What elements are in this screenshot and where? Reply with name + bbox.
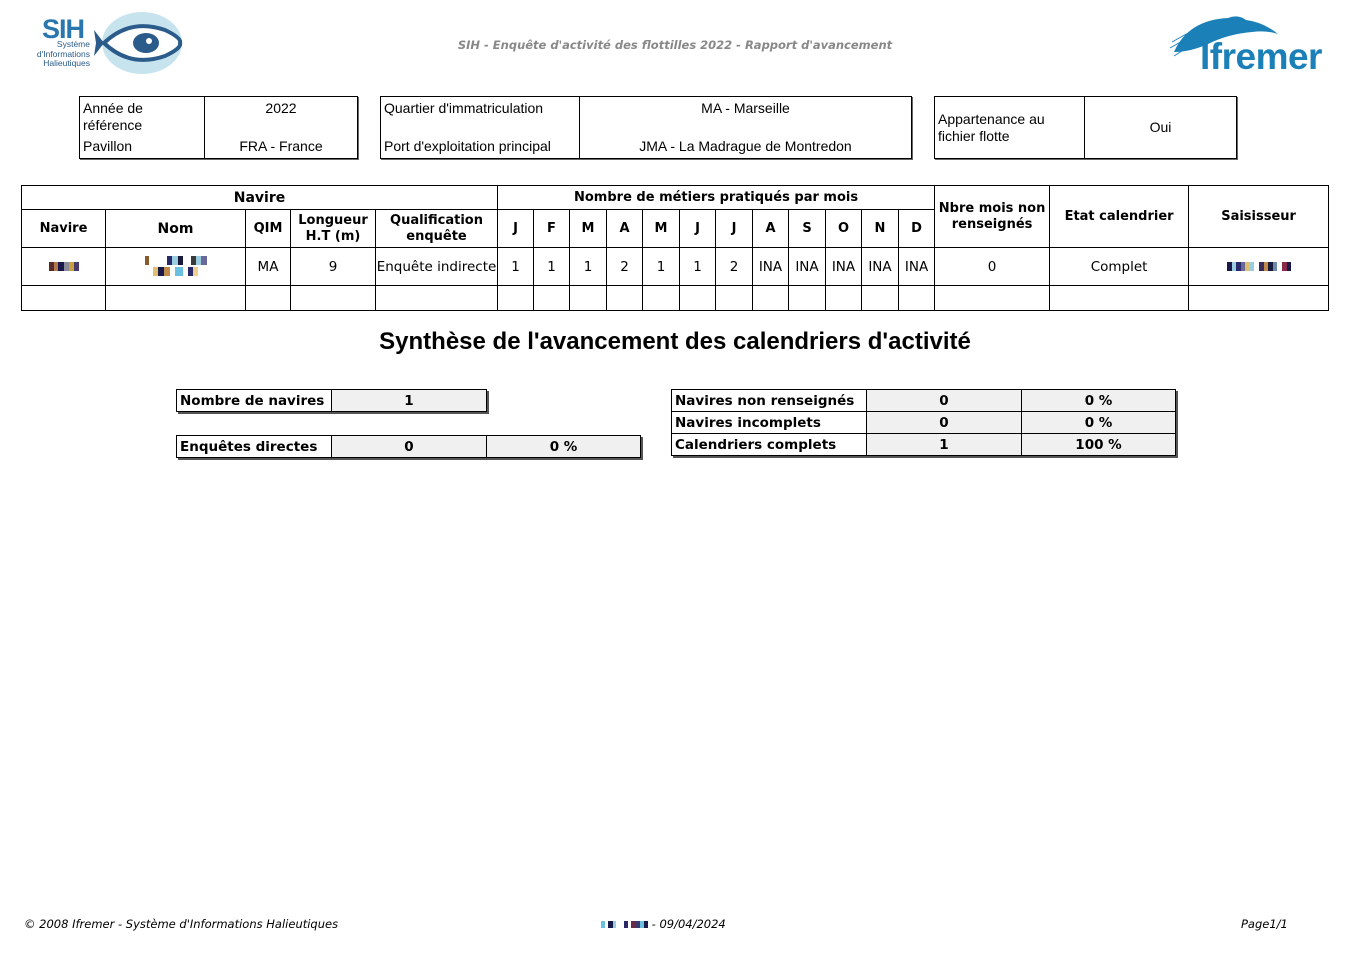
navire-cell-redacted <box>21 247 106 286</box>
qim-cell: MA <box>245 247 291 286</box>
month-header: S <box>788 209 826 248</box>
ifremer-logo: Ifremer <box>1168 12 1333 77</box>
enquetes-directes-value: 0 <box>331 435 487 458</box>
ifremer-logo-text: Ifremer <box>1200 36 1322 77</box>
annee-label: Année de référence <box>83 100 143 133</box>
month-value-cell: INA <box>861 247 899 286</box>
month-header: M <box>642 209 680 248</box>
group-navire-header: Navire <box>21 185 498 210</box>
nombre-navires-value: 1 <box>331 389 487 412</box>
month-header: M <box>569 209 607 248</box>
month-header: N <box>861 209 899 248</box>
port-value: JMA - La Madrague de Montredon <box>579 135 911 158</box>
non-renseignes-value: 0 <box>866 389 1022 412</box>
nom-header: Nom <box>105 209 246 248</box>
report-title: SIH - Enquête d'activité des flottilles … <box>457 38 893 52</box>
nbre-mois-cell: 0 <box>934 247 1051 286</box>
footer-user-redacted <box>601 917 648 931</box>
complets-label: Calendriers complets <box>671 433 867 456</box>
incomplets-value: 0 <box>866 411 1022 434</box>
stat-enquetes-directes: Enquêtes directes 0 0 % <box>176 435 641 458</box>
annee-value: 2022 <box>204 97 357 135</box>
nbre-mois-header: Nbre mois non renseignés <box>934 185 1051 248</box>
month-header: A <box>606 209 643 248</box>
info-box-reference: Année de référence 2022 Pavillon FRA - F… <box>79 96 358 159</box>
month-value-cell: 1 <box>569 247 607 286</box>
nombre-navires-label: Nombre de navires <box>176 389 332 412</box>
sih-logo: SIH Système d'Informations Halieutiques <box>20 10 185 76</box>
enquetes-directes-label: Enquêtes directes <box>176 435 332 458</box>
table-row-empty <box>21 285 1330 311</box>
month-value-cell: INA <box>825 247 862 286</box>
pavillon-value: FRA - France <box>204 135 357 158</box>
port-label: Port d'exploitation principal <box>384 138 551 154</box>
stat-calendriers: Navires non renseignés 0 0 % Navires inc… <box>671 389 1176 456</box>
stat-nombre-navires: Nombre de navires 1 <box>176 389 487 412</box>
month-value-cell: 1 <box>497 247 534 286</box>
saisisseur-cell-redacted <box>1188 247 1330 286</box>
month-header: F <box>533 209 570 248</box>
month-value-cell: INA <box>897 247 936 286</box>
etat-cell: Complet <box>1049 247 1190 286</box>
month-value-cell: INA <box>788 247 826 286</box>
pavillon-label: Pavillon <box>83 138 133 154</box>
incomplets-label: Navires incomplets <box>671 411 867 434</box>
enquetes-directes-pct: 0 % <box>486 435 641 458</box>
month-value-cell: 1 <box>679 247 716 286</box>
etat-header: Etat calendrier <box>1049 185 1190 248</box>
incomplets-pct: 0 % <box>1021 411 1176 434</box>
nom-cell-redacted <box>105 247 246 286</box>
month-value-cell: 2 <box>606 247 643 286</box>
qualification-header: Qualification enquête <box>375 209 498 248</box>
quartier-label: Quartier d'immatriculation <box>384 100 544 116</box>
month-value-cell: 1 <box>533 247 570 286</box>
non-renseignes-pct: 0 % <box>1021 389 1176 412</box>
qim-header: QIM <box>245 209 291 248</box>
month-header: J <box>497 209 534 248</box>
qualification-cell: Enquête indirecte <box>375 247 498 286</box>
activity-table: Navire Nombre de métiers pratiqués par m… <box>21 185 1330 311</box>
complets-value: 1 <box>866 433 1022 456</box>
synthese-title: Synthèse de l'avancement des calendriers… <box>379 328 971 355</box>
info-box-port: Quartier d'immatriculation MA - Marseill… <box>380 96 912 159</box>
group-metiers-header: Nombre de métiers pratiqués par mois <box>496 185 936 210</box>
navire-header: Navire <box>21 209 106 248</box>
month-header: J <box>679 209 716 248</box>
month-value-cell: 1 <box>642 247 680 286</box>
month-value-cell: INA <box>752 247 789 286</box>
info-box-appartenance: Appartenance au fichier flotte Oui <box>934 96 1237 159</box>
table-row: MA 9 Enquête indirecte 1 1 1 2 1 1 2 INA… <box>21 247 1330 286</box>
month-header: J <box>715 209 753 248</box>
quartier-value: MA - Marseille <box>579 97 911 135</box>
saisisseur-header: Saisisseur <box>1188 185 1330 248</box>
month-header: D <box>897 209 936 248</box>
month-header: O <box>825 209 862 248</box>
longueur-header: Longueur H.T (m) <box>290 209 376 248</box>
complets-pct: 100 % <box>1021 433 1176 456</box>
appartenance-label: Appartenance au fichier flotte <box>938 110 1045 144</box>
footer-page: Page1/1 <box>1241 917 1288 931</box>
longueur-cell: 9 <box>290 247 376 286</box>
non-renseignes-label: Navires non renseignés <box>671 389 867 412</box>
footer-date: - 09/04/2024 <box>601 917 726 931</box>
footer-copyright: © 2008 Ifremer - Système d'Informations … <box>24 917 339 931</box>
sih-logo-subtitle: Système d'Informations Halieutiques <box>36 39 90 68</box>
appartenance-value: Oui <box>1084 97 1236 158</box>
month-header: A <box>752 209 789 248</box>
month-value-cell: 2 <box>715 247 753 286</box>
